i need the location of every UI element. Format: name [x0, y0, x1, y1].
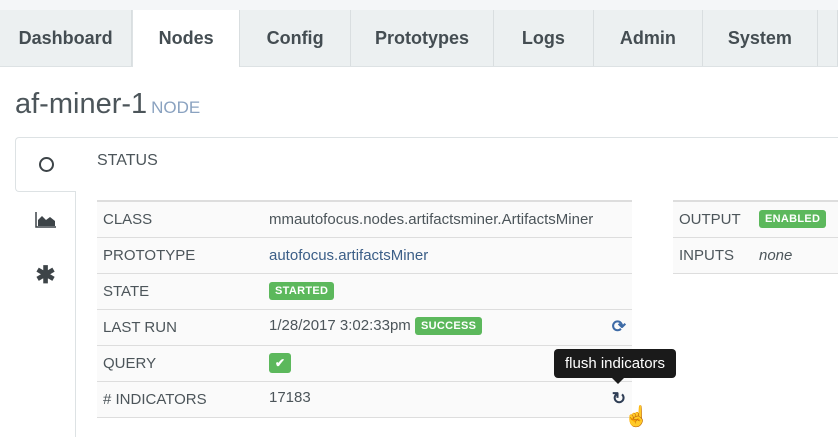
tab-nodes[interactable]: Nodes	[132, 10, 240, 67]
table-row: # INDICATORS 17183 ↻	[97, 381, 632, 418]
table-row: PROTOTYPE autofocus.artifactsMiner	[97, 237, 632, 274]
class-value: mmautofocus.nodes.artifactsminer.Artifac…	[263, 201, 632, 238]
row-label: INPUTS	[673, 237, 753, 274]
row-label: PROTOTYPE	[97, 237, 263, 274]
refresh-icon[interactable]: ⟳	[612, 317, 626, 337]
table-row: OUTPUT ENABLED	[673, 201, 838, 238]
row-label: # INDICATORS	[97, 381, 263, 418]
query-check-badge: ✔	[269, 353, 292, 373]
success-badge: SUCCESS	[414, 317, 483, 336]
row-label: QUERY	[97, 345, 263, 382]
inputs-value: none	[753, 237, 838, 274]
tooltip: flush indicators	[554, 349, 677, 384]
circle-icon	[38, 157, 54, 172]
asterisk-icon: ✱	[35, 262, 56, 289]
tab-dashboard[interactable]: Dashboard	[0, 10, 133, 66]
tab-admin[interactable]: Admin	[594, 10, 703, 66]
top-strip	[0, 0, 838, 10]
status-table: CLASS mmautofocus.nodes.artifactsminer.Ar…	[97, 200, 632, 418]
main-tabs: Dashboard Nodes Config Prototypes Logs A…	[0, 10, 838, 67]
node-type-label: NODE	[151, 98, 201, 117]
indicators-value: 17183	[269, 389, 311, 406]
table-row: LAST RUN 1/28/2017 3:02:33pm SUCCESS ⟳	[97, 309, 632, 346]
output-badge: ENABLED	[759, 210, 827, 229]
chart-tab[interactable]	[15, 192, 76, 247]
tab-logs[interactable]: Logs	[494, 10, 595, 66]
node-name: af-miner-1	[15, 88, 148, 120]
row-label: CLASS	[97, 201, 263, 238]
row-label: OUTPUT	[673, 201, 753, 238]
tab-prototypes[interactable]: Prototypes	[351, 10, 494, 66]
page-title: af-miner-1 NODE	[15, 88, 200, 121]
tab-overflow[interactable]	[818, 10, 838, 66]
table-row: INPUTS none	[673, 237, 838, 274]
area-chart-icon	[34, 211, 56, 228]
row-label: LAST RUN	[97, 309, 263, 346]
asterisk-tab[interactable]: ✱	[15, 248, 76, 303]
row-label: STATE	[97, 273, 263, 310]
io-table: OUTPUT ENABLED INPUTS none	[673, 200, 838, 274]
last-run-value: 1/28/2017 3:02:33pm	[269, 317, 411, 334]
section-title: STATUS	[97, 152, 158, 169]
table-row: QUERY ✔	[97, 345, 632, 382]
hand-cursor-icon: ☝	[624, 406, 649, 428]
state-badge: STARTED	[269, 282, 335, 301]
tab-system[interactable]: System	[703, 10, 819, 66]
tab-config[interactable]: Config	[240, 10, 352, 66]
table-row: CLASS mmautofocus.nodes.artifactsminer.Ar…	[97, 201, 632, 238]
table-row: STATE STARTED	[97, 273, 632, 310]
prototype-link[interactable]: autofocus.artifactsMiner	[269, 247, 428, 264]
status-tab[interactable]	[15, 137, 76, 192]
